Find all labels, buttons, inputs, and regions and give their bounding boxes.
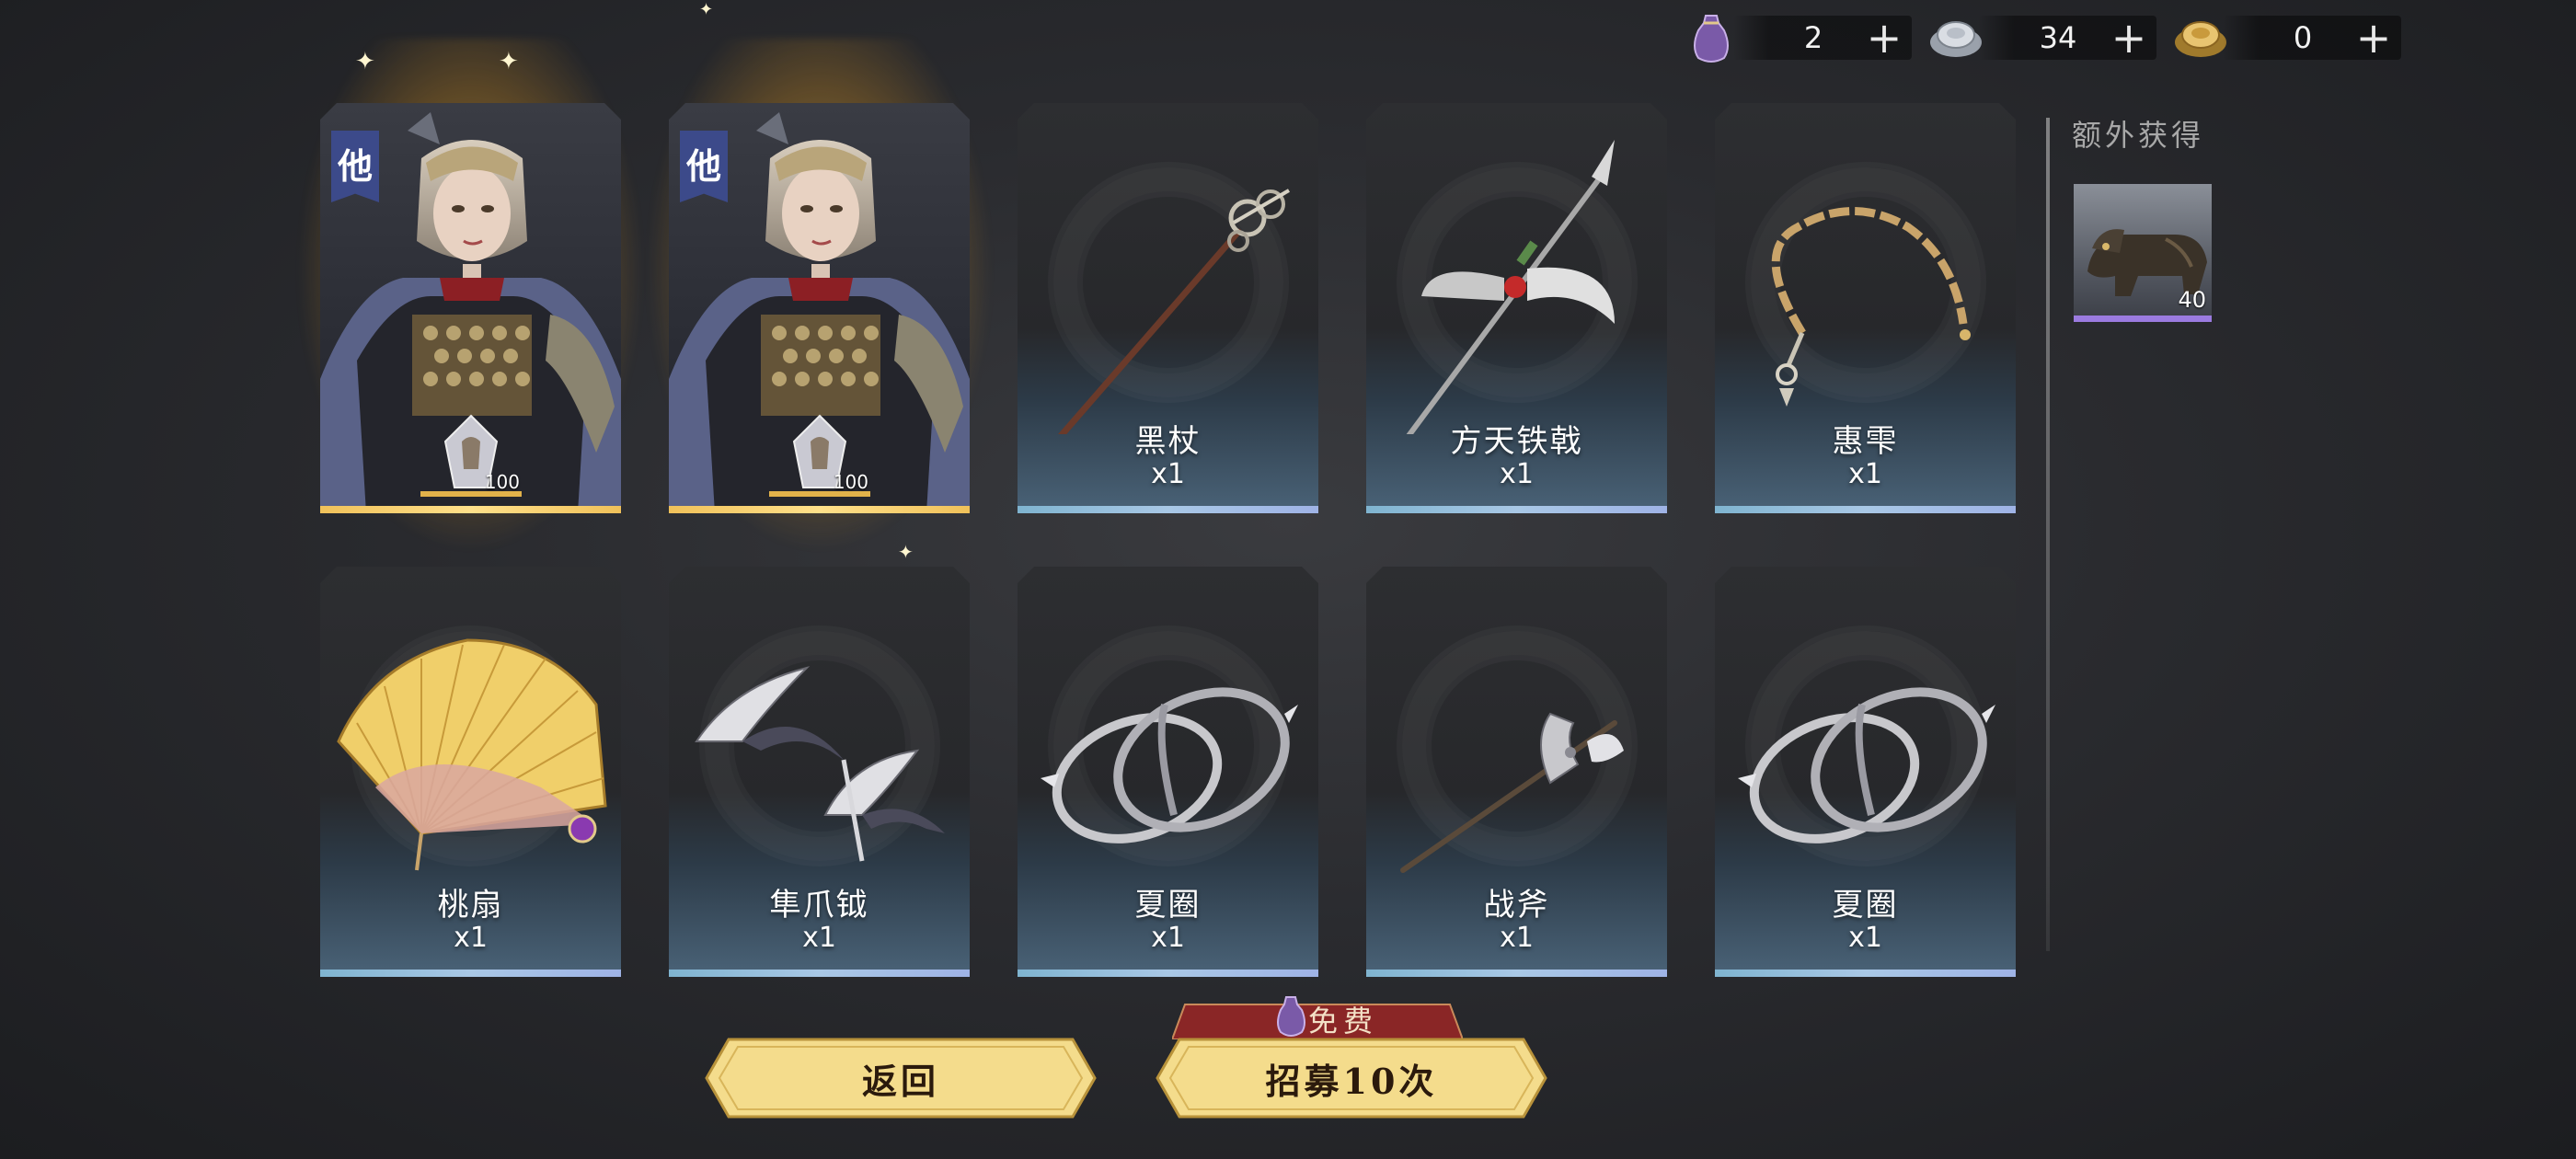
free-tag: 免费 <box>1172 996 1463 1039</box>
faction-badge: 他 <box>331 131 379 202</box>
item-quantity: x1 <box>1151 458 1185 490</box>
item-name: 战斧 <box>1483 887 1550 924</box>
reward-card[interactable]: 方天铁戟 x1 <box>1366 103 1667 513</box>
chakram-rings-icon <box>1041 687 1298 843</box>
item-name: 夏圈 <box>1134 887 1202 924</box>
gold-count: 0 <box>2293 20 2313 55</box>
item-name: 黑杖 <box>1134 423 1202 460</box>
back-button[interactable]: 返回 <box>705 1036 1097 1120</box>
halberd-icon <box>1400 140 1615 434</box>
recruit-label: 招募10次 <box>1265 1060 1438 1102</box>
folding-fan-icon <box>337 638 607 871</box>
faction-badge: 他 <box>680 131 728 202</box>
item-quantity: x1 <box>1848 458 1882 490</box>
currency-pouch: 2 + <box>1684 7 1912 68</box>
chakram-rings-icon <box>1738 687 1995 843</box>
extra-gain-title: 额外获得 <box>2072 118 2205 153</box>
add-silver-button[interactable]: + <box>2110 17 2147 59</box>
reward-card[interactable]: 桃扇 x1 <box>320 567 621 977</box>
pouch-count: 2 <box>1803 20 1823 55</box>
currency-gold: 0 + <box>2173 7 2401 68</box>
currency-silver: 34 + <box>1928 7 2156 68</box>
gold-rarity-line <box>320 506 621 513</box>
reward-grid: 他 100 他 100 黑杖 x1 方天铁戟 x1 惠雫 x1 桃扇 x1 隼爪… <box>296 39 2018 977</box>
recruit-10-button[interactable]: 招募10次 <box>1156 1036 1547 1120</box>
sparkle-icon: ✦ <box>499 48 519 75</box>
item-name: 桃扇 <box>437 887 504 924</box>
reward-card[interactable]: 黑杖 x1 <box>1018 103 1318 513</box>
extra-item-count: 40 <box>2178 287 2206 313</box>
reward-card[interactable]: 战斧 x1 <box>1366 567 1667 977</box>
gold-rarity-line <box>669 506 970 513</box>
add-pouch-button[interactable]: + <box>1866 17 1903 59</box>
rarity-line <box>1715 970 2016 977</box>
hero-card[interactable]: 他 100 <box>669 103 970 513</box>
item-name: 夏圈 <box>1832 887 1899 924</box>
free-label: 免费 <box>1307 1004 1378 1039</box>
rarity-line <box>669 970 970 977</box>
hero-card[interactable]: 他 100 <box>320 103 621 513</box>
rarity-line <box>1018 506 1318 513</box>
reward-card[interactable]: 夏圈 x1 <box>1018 567 1318 977</box>
rarity-line <box>1366 506 1667 513</box>
extra-reward-item[interactable]: 40 <box>2074 184 2212 322</box>
rarity-line <box>1018 970 1318 977</box>
item-quantity: x1 <box>454 922 488 954</box>
black-staff-icon <box>1051 189 1291 434</box>
item-name: 方天铁戟 <box>1450 423 1583 460</box>
shard-count: 100 <box>833 471 868 493</box>
rarity-line <box>1366 970 1667 977</box>
rarity-line <box>320 970 621 977</box>
item-quantity: x1 <box>802 922 836 954</box>
rarity-line <box>1715 506 2016 513</box>
item-quantity: x1 <box>1500 458 1534 490</box>
item-quantity: x1 <box>1151 922 1185 954</box>
sparkle-icon: ✦ <box>355 48 375 75</box>
claw-blades-icon <box>695 666 945 862</box>
whip-icon <box>1771 207 1971 407</box>
sparkle-icon: ✦ <box>699 0 714 19</box>
currency-bar: 2 + 34 + 0 + <box>1684 7 2401 68</box>
silver-ingot-icon <box>1928 10 1984 65</box>
reward-card[interactable]: 隼爪钺 x1 <box>669 567 970 977</box>
item-name: 隼爪钺 <box>769 887 869 924</box>
hero-card-wrapper: 他 100 <box>645 39 994 554</box>
purple-pouch-icon <box>1277 996 1305 1037</box>
shard-count: 100 <box>484 471 520 493</box>
silver-count: 34 <box>2039 20 2077 55</box>
reward-card[interactable]: 夏圈 x1 <box>1715 567 2016 977</box>
item-quantity: x1 <box>1848 922 1882 954</box>
purple-pouch-icon <box>1684 10 1739 65</box>
gold-ingot-icon <box>2173 10 2228 65</box>
add-gold-button[interactable]: + <box>2355 17 2392 59</box>
item-name: 惠雫 <box>1832 423 1899 460</box>
battle-axe-icon <box>1400 712 1624 873</box>
hero-card-wrapper: 他 100 <box>296 39 645 554</box>
extra-divider <box>2046 118 2050 951</box>
extra-rarity-line <box>2074 316 2212 322</box>
item-quantity: x1 <box>1500 922 1534 954</box>
reward-card[interactable]: 惠雫 x1 <box>1715 103 2016 513</box>
back-label: 返回 <box>861 1060 939 1102</box>
